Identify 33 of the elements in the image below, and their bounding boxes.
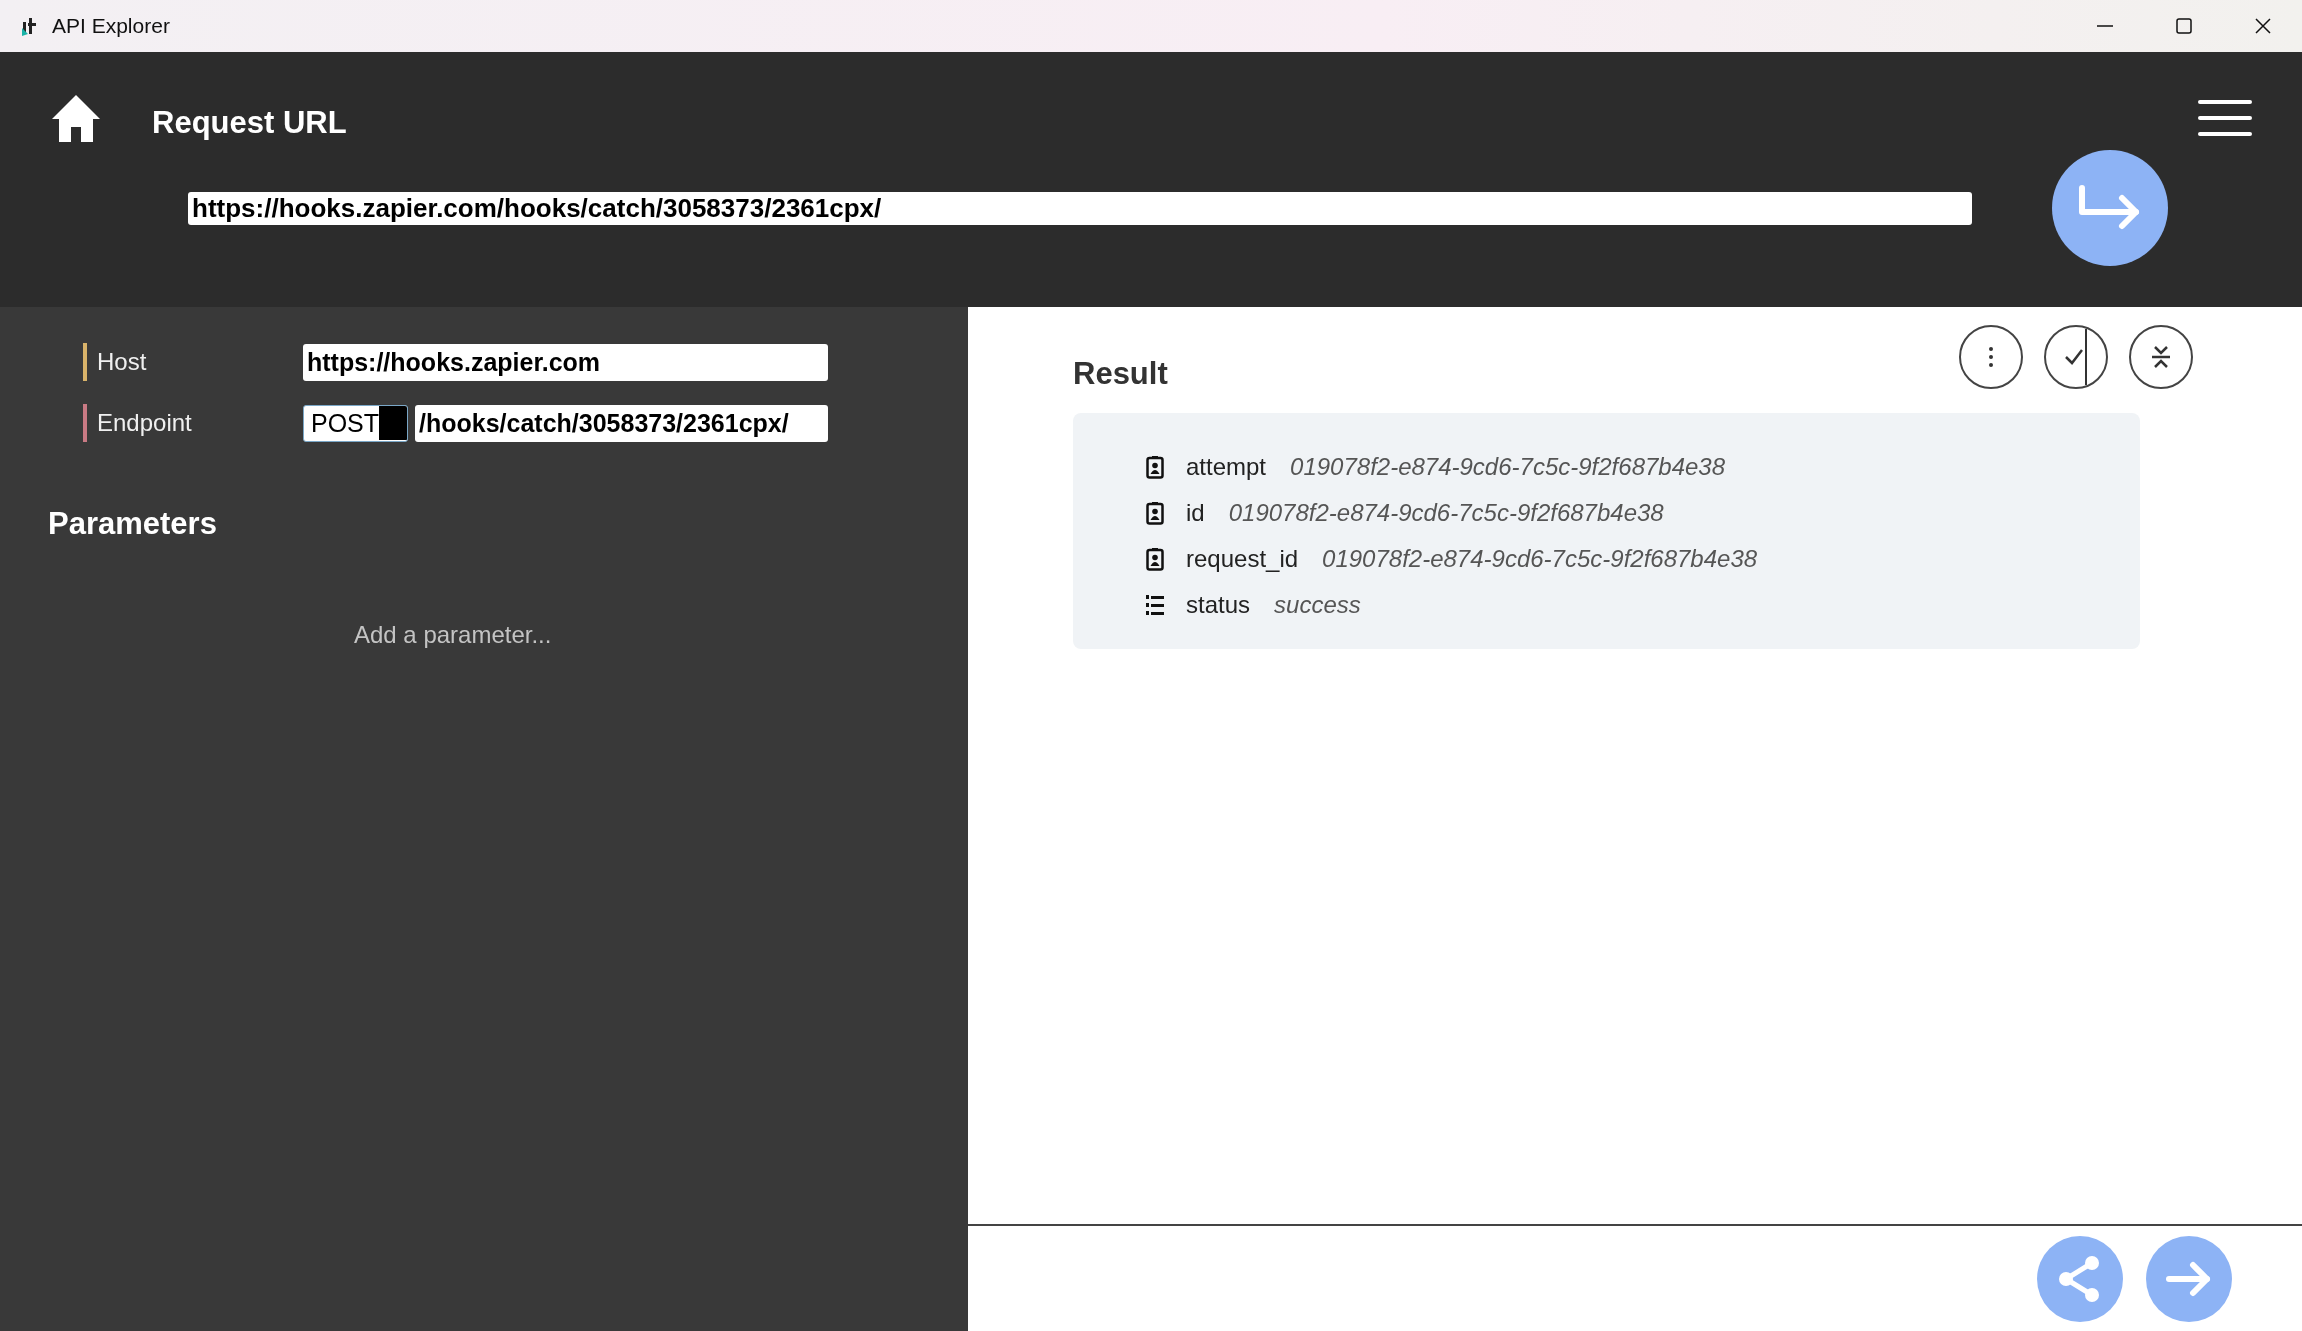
- url-field[interactable]: https://hooks.zapier.com/hooks/catch/3058373/2361cpx/: [188, 191, 1972, 225]
- menu-icon[interactable]: [2198, 97, 2252, 138]
- validate-button[interactable]: [2044, 325, 2108, 389]
- result-value: success: [1274, 591, 1361, 619]
- field-label: Endpoint: [97, 409, 193, 437]
- field-label: Host: [97, 348, 148, 376]
- more-button[interactable]: [1959, 325, 2023, 389]
- more-icon: [1989, 347, 1993, 367]
- close-icon: [2252, 16, 2273, 36]
- section-title: Result: [1073, 356, 1169, 392]
- result-key: request_id: [1186, 545, 1299, 573]
- id-badge-icon: [1146, 455, 1164, 479]
- minimize-icon: [2096, 25, 2113, 27]
- result-key: attempt: [1186, 453, 1267, 481]
- window-title: API Explorer: [52, 14, 171, 38]
- collapse-button[interactable]: [2129, 325, 2193, 389]
- numbered-list-icon: [1146, 594, 1164, 616]
- result-key: id: [1186, 499, 1205, 527]
- result-value: 019078f2-e874-9cd6-7c5c-9f2f687b4e38: [1228, 499, 1664, 527]
- method-dropdown[interactable]: POST: [303, 404, 408, 442]
- endpoint-field[interactable]: /hooks/catch/3058373/2361cpx/: [415, 404, 828, 442]
- section-title: Request URL: [152, 103, 348, 141]
- section-title: Parameters: [48, 506, 218, 542]
- maximize-icon: [2173, 16, 2194, 36]
- collapse-icon: [2149, 345, 2173, 369]
- split-check-icon: [2065, 329, 2087, 385]
- host-field[interactable]: https://hooks.zapier.com: [303, 343, 828, 381]
- id-badge-icon: [1146, 547, 1164, 571]
- result-value: 019078f2-e874-9cd6-7c5c-9f2f687b4e38: [1322, 545, 1758, 573]
- id-badge-icon: [1146, 501, 1164, 525]
- result-key: status: [1186, 591, 1251, 619]
- add-parameter-link[interactable]: Add a parameter...: [354, 621, 552, 649]
- result-value: 019078f2-e874-9cd6-7c5c-9f2f687b4e38: [1290, 453, 1726, 481]
